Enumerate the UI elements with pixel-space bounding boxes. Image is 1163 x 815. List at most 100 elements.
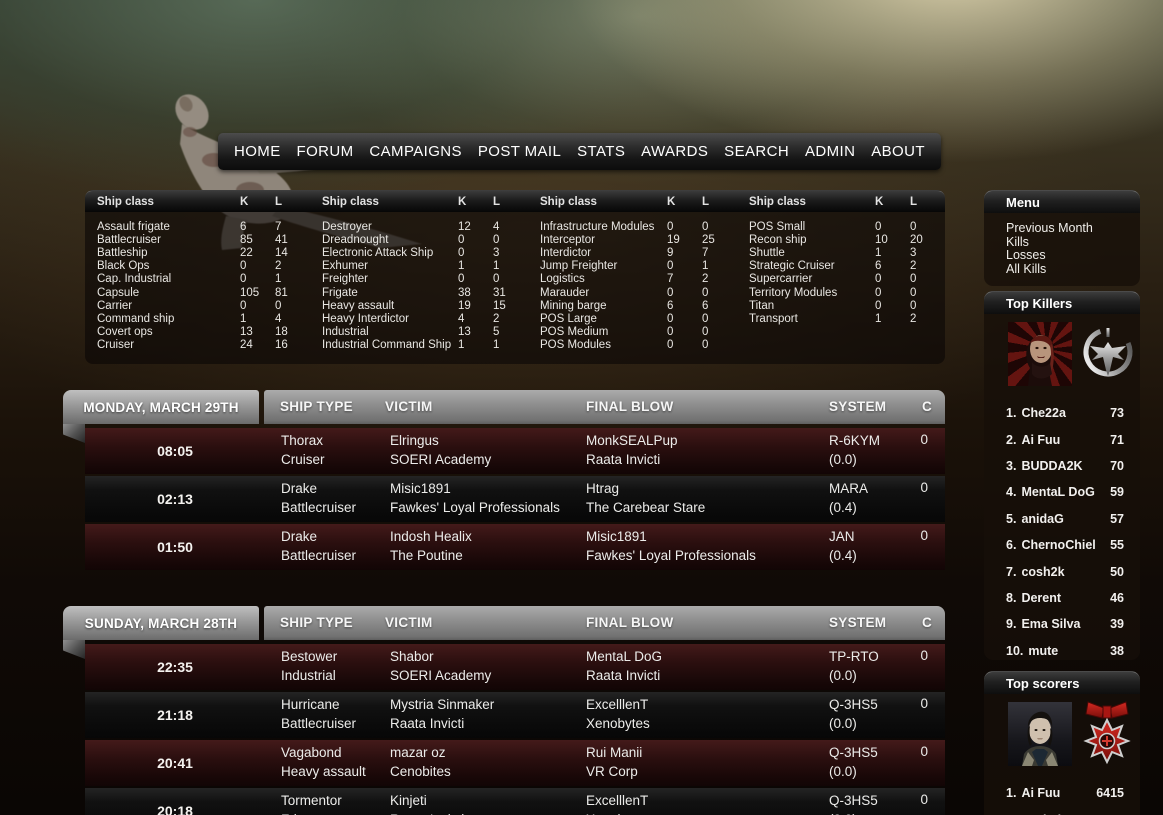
final-blow-name: ExcelllenT xyxy=(586,793,649,808)
pilot-name: mute xyxy=(1028,643,1059,658)
comment-count: 0 xyxy=(920,744,928,759)
date-tab-monday: MONDAY, MARCH 29TH xyxy=(63,390,259,424)
menu-item[interactable]: Losses xyxy=(1006,248,1140,263)
ship-class: Industrial xyxy=(281,667,336,683)
ship-class: Battlecruiser xyxy=(281,499,357,515)
menu-item[interactable]: Previous Month xyxy=(1006,221,1140,236)
top-scorer-portrait[interactable] xyxy=(1008,702,1072,766)
kill-row[interactable]: 01:50 Drake Battlecruiser Indosh Healix … xyxy=(85,524,945,570)
nav-forum[interactable]: FORUM xyxy=(297,143,354,160)
ship-class-losses: 2 xyxy=(275,260,282,273)
kill-row[interactable]: 20:41 Vagabond Heavy assault mazar oz Ce… xyxy=(85,740,945,786)
top-killer-item[interactable]: 3. BUDDA2K 70 xyxy=(1006,453,1124,479)
ship-stats-row: Titan 0 0 xyxy=(737,299,945,312)
kill-row[interactable]: 08:05 Thorax Cruiser Elringus SOERI Acad… xyxy=(85,428,945,474)
victim-name: Shabor xyxy=(390,649,434,664)
rank-and-name: 1. Che22a xyxy=(1006,406,1066,420)
ship-class-kills: 38 xyxy=(458,286,471,299)
ship-stats-row: Industrial Command Ship 1 1 xyxy=(310,339,528,352)
top-killer-portrait[interactable] xyxy=(1008,322,1072,386)
kill-time: 20:18 xyxy=(157,803,193,815)
portrait-face-graphic xyxy=(1022,711,1058,766)
kill-row[interactable]: 21:18 Hurricane Battlecruiser Mystria Si… xyxy=(85,692,945,738)
kill-ship-cell: Hurricane Battlecruiser xyxy=(281,696,356,733)
menu-item[interactable]: Kills xyxy=(1006,235,1140,250)
top-killer-item[interactable]: 7. cosh2k 50 xyxy=(1006,558,1124,584)
losses-header: L xyxy=(910,195,918,208)
portrait-face-graphic xyxy=(1026,334,1054,386)
top-killer-item[interactable]: 2. Ai Fuu 71 xyxy=(1006,426,1124,452)
nav-admin[interactable]: ADMIN xyxy=(805,143,855,160)
ship-class-name: POS Modules xyxy=(540,339,611,352)
kill-list-sunday: 22:35 Bestower Industrial Shabor SOERI A… xyxy=(85,644,945,815)
ship-class-losses: 3 xyxy=(910,246,917,259)
nav-awards[interactable]: AWARDS xyxy=(641,143,708,160)
ship-class-kills: 9 xyxy=(667,246,674,259)
nav-about[interactable]: ABOUT xyxy=(871,143,925,160)
kill-table-header: SHIP TYPE VICTIM FINAL BLOW SYSTEM C xyxy=(264,606,945,640)
final-blow-corp: Fawkes' Loyal Professionals xyxy=(586,547,756,563)
top-killer-item[interactable]: 4. MentaL DoG 59 xyxy=(1006,479,1124,505)
rank-number: 8. xyxy=(1006,590,1017,605)
ship-class-kills: 1 xyxy=(875,312,882,325)
ship-stats-row: Battlecruiser 85 41 xyxy=(85,233,310,246)
nav-post-mail[interactable]: POST MAIL xyxy=(478,143,561,160)
top-killer-item[interactable]: 10. mute 38 xyxy=(1006,638,1124,664)
ship-class-name: Black Ops xyxy=(97,260,150,273)
kill-system-cell: JAN (0.4) xyxy=(829,528,857,565)
final-blow-name: ExcelllenT xyxy=(586,697,649,712)
kill-final-blow-cell: Misic1891 Fawkes' Loyal Professionals xyxy=(586,528,756,565)
ship-class-losses: 18 xyxy=(275,326,288,339)
losses-header: L xyxy=(275,195,283,208)
top-killer-item[interactable]: 1. Che22a 73 xyxy=(1006,400,1124,426)
date-label: MONDAY, MARCH 29TH xyxy=(83,399,239,415)
rank-and-name: 5. anidaG xyxy=(1006,512,1064,526)
nav-stats[interactable]: STATS xyxy=(577,143,625,160)
rank-number: 4. xyxy=(1006,485,1017,500)
rank-number: 3. xyxy=(1006,458,1017,473)
col-final-blow: FINAL BLOW xyxy=(586,399,674,414)
pilot-name: Ai Fuu xyxy=(1021,432,1061,447)
nav-home[interactable]: HOME xyxy=(234,143,281,160)
alliance-eagle-emblem-icon[interactable] xyxy=(1080,324,1136,380)
top-killer-item[interactable]: 8. Derent 46 xyxy=(1006,585,1124,611)
final-blow-name: Rui Manii xyxy=(586,745,643,760)
col-system: SYSTEM xyxy=(829,399,887,414)
ship-class-kills: 0 xyxy=(240,273,247,286)
ship-class-name: Recon ship xyxy=(749,233,807,246)
menu-item[interactable]: All Kills xyxy=(1006,262,1140,277)
kill-system-cell: TP-RTO (0.0) xyxy=(829,648,879,685)
top-killer-item[interactable]: 5. anidaG 57 xyxy=(1006,506,1124,532)
top-killer-item[interactable]: 9. Ema Silva 39 xyxy=(1006,611,1124,637)
ship-stats-row: Jump Freighter 0 1 xyxy=(528,260,737,273)
kill-victim-cell: Indosh Healix The Poutine xyxy=(390,528,472,565)
kill-row[interactable]: 20:18 Tormentor Frigate Kinjeti Raata In… xyxy=(85,788,945,815)
kill-row[interactable]: 22:35 Bestower Industrial Shabor SOERI A… xyxy=(85,644,945,690)
ship-stats-row: Destroyer 12 4 xyxy=(310,220,528,233)
top-scorer-item[interactable]: 1. Ai Fuu 6415 xyxy=(1006,780,1124,806)
ship-class-losses: 5 xyxy=(493,326,500,339)
kill-count: 55 xyxy=(1110,538,1124,553)
nav-search[interactable]: SEARCH xyxy=(724,143,789,160)
ship-class-name: Freighter xyxy=(322,273,369,286)
ship-class: Heavy assault xyxy=(281,763,366,779)
menu-panel-header: Menu xyxy=(984,190,1140,213)
ship-class-kills: 6 xyxy=(240,220,247,233)
top-scorer-item[interactable]: 2.cosh2k 5294 xyxy=(1006,806,1124,815)
date-tab-sunday: SUNDAY, MARCH 28TH xyxy=(63,606,259,640)
kill-row[interactable]: 02:13 Drake Battlecruiser Misic1891 Fawk… xyxy=(85,476,945,522)
ship-stats-row: Black Ops 0 2 xyxy=(85,260,310,273)
top-killer-item[interactable]: 6. ChernoChiel 55 xyxy=(1006,532,1124,558)
victim-corp: Raata Invicti xyxy=(390,811,464,815)
ship-class-losses: 0 xyxy=(702,312,709,325)
ship-stats-header: Ship class K L Ship class K L Ship class… xyxy=(85,190,945,212)
ship-stats-row: Heavy assault 19 15 xyxy=(310,299,528,312)
nav-campaigns[interactable]: CAMPAIGNS xyxy=(369,143,462,160)
victim-name: Misic1891 xyxy=(390,481,451,496)
ship-stats-row: Assault frigate 6 7 xyxy=(85,220,310,233)
ship-class-name: Cap. Industrial xyxy=(97,273,172,286)
ship-class-name: Destroyer xyxy=(322,220,372,233)
ship-stats-row: Logistics 7 2 xyxy=(528,273,737,286)
ship-stats-panel: Ship class K L Ship class K L Ship class… xyxy=(85,190,945,364)
ship-class-losses: 4 xyxy=(275,312,282,325)
